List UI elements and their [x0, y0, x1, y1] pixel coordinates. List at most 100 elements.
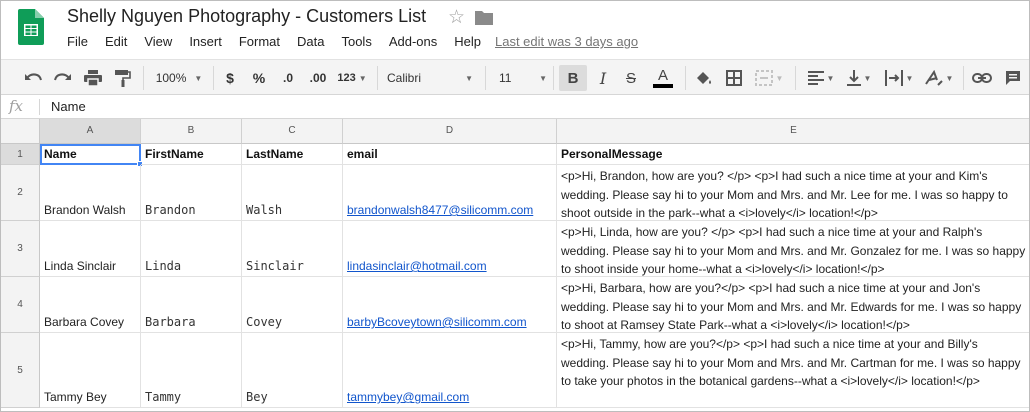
decrease-decimal-button[interactable]: .0: [277, 66, 299, 90]
zoom-value: 100%: [155, 71, 187, 85]
toolbar-divider: [685, 66, 686, 90]
cell-email[interactable]: brandonwalsh8477@silicomm.com: [343, 165, 557, 221]
fill-color-button[interactable]: [693, 66, 715, 90]
header-cell-firstname[interactable]: FirstName: [141, 144, 242, 165]
text-color-swatch: [653, 84, 673, 88]
cell-firstname[interactable]: Brandon: [141, 165, 242, 221]
toolbar-divider: [377, 66, 378, 90]
menu-help[interactable]: Help: [454, 34, 481, 50]
row-header-5[interactable]: 5: [1, 333, 40, 408]
paint-format-icon: [115, 69, 131, 87]
menu-edit[interactable]: Edit: [105, 34, 127, 50]
fx-icon: fx: [9, 97, 24, 115]
chevron-down-icon: ▼: [539, 73, 547, 83]
menu-file[interactable]: File: [67, 34, 88, 50]
chevron-down-icon: ▼: [826, 73, 835, 83]
formula-bar-divider: [39, 99, 40, 115]
email-link[interactable]: brandonwalsh8477@silicomm.com: [347, 203, 533, 217]
font-select[interactable]: Calibri ▼: [387, 66, 473, 90]
menu-data[interactable]: Data: [297, 34, 324, 50]
column-header-b[interactable]: B: [141, 119, 242, 144]
cell-email[interactable]: tammybey@gmail.com: [343, 333, 557, 408]
menu-insert[interactable]: Insert: [189, 34, 222, 50]
cell-personalmessage[interactable]: <p>Hi, Tammy, how are you?</p> <p>I had …: [557, 333, 1029, 408]
text-rotation-button[interactable]: ▼: [921, 66, 957, 90]
cell-name[interactable]: Tammy Bey: [40, 333, 141, 408]
vertical-align-button[interactable]: ▼: [843, 66, 875, 90]
cell-email[interactable]: barbyBcoveytown@silicomm.com: [343, 277, 557, 333]
document-title[interactable]: Shelly Nguyen Photography - Customers Li…: [67, 6, 426, 27]
toolbar-divider: [143, 66, 144, 90]
folder-icon[interactable]: [475, 10, 493, 25]
fill-color-icon: [697, 72, 711, 84]
row-header-4[interactable]: 4: [1, 277, 40, 333]
header-cell-personalmessage[interactable]: PersonalMessage: [557, 144, 1029, 165]
cell-name[interactable]: Brandon Walsh: [40, 165, 141, 221]
italic-button[interactable]: I: [593, 66, 613, 90]
select-all-corner[interactable]: [1, 119, 40, 144]
row-header-2[interactable]: 2: [1, 165, 40, 221]
cell-personalmessage[interactable]: <p>Hi, Linda, how are you? </p> <p>I had…: [557, 221, 1029, 277]
font-size-select[interactable]: 11 ▼: [495, 66, 547, 90]
cell-lastname[interactable]: Bey: [242, 333, 343, 408]
toolbar-divider: [795, 66, 796, 90]
font-value: Calibri: [387, 71, 422, 85]
column-header-d[interactable]: D: [343, 119, 557, 144]
cell-lastname[interactable]: Walsh: [242, 165, 343, 221]
cell-firstname[interactable]: Barbara: [141, 277, 242, 333]
menu-view[interactable]: View: [144, 34, 172, 50]
menu-format[interactable]: Format: [239, 34, 280, 50]
increase-decimal-button[interactable]: .00: [305, 66, 331, 90]
insert-comment-button[interactable]: [1001, 66, 1025, 90]
toolbar-divider: [485, 66, 486, 90]
menu-tools[interactable]: Tools: [341, 34, 371, 50]
insert-link-button[interactable]: [969, 66, 995, 90]
cell-firstname[interactable]: Tammy: [141, 333, 242, 408]
chevron-down-icon: ▼: [358, 73, 367, 83]
zoom-select[interactable]: 100% ▼: [153, 66, 205, 90]
cell-name[interactable]: Barbara Covey: [40, 277, 141, 333]
header-cell-lastname[interactable]: LastName: [242, 144, 343, 165]
borders-button[interactable]: [723, 66, 745, 90]
undo-button[interactable]: [21, 66, 45, 90]
star-icon[interactable]: ☆: [448, 6, 465, 29]
cell-firstname[interactable]: Linda: [141, 221, 242, 277]
last-edit-link[interactable]: Last edit was 3 days ago: [495, 34, 638, 49]
paint-format-button[interactable]: [111, 66, 135, 90]
header-cell-email[interactable]: email: [343, 144, 557, 165]
chevron-down-icon: ▼: [863, 73, 872, 83]
link-icon: [972, 73, 992, 83]
print-button[interactable]: [81, 66, 105, 90]
horizontal-align-button[interactable]: ▼: [805, 66, 837, 90]
row-header-3[interactable]: 3: [1, 221, 40, 277]
row-header-1[interactable]: 1: [1, 144, 40, 165]
strikethrough-button[interactable]: S: [621, 66, 641, 90]
cell-email[interactable]: lindasinclair@hotmail.com: [343, 221, 557, 277]
text-wrapping-button[interactable]: ▼: [881, 66, 917, 90]
chevron-down-icon: ▼: [194, 73, 203, 83]
column-header-a[interactable]: A: [40, 119, 141, 144]
merge-cells-button[interactable]: ▼: [753, 66, 785, 90]
cell-personalmessage[interactable]: <p>Hi, Brandon, how are you? </p> <p>I h…: [557, 165, 1029, 221]
title-bar: Shelly Nguyen Photography - Customers Li…: [1, 1, 1029, 59]
comment-icon: [1006, 71, 1020, 85]
formula-input[interactable]: Name: [51, 99, 86, 114]
email-link[interactable]: lindasinclair@hotmail.com: [347, 259, 487, 273]
redo-button[interactable]: [51, 66, 75, 90]
text-color-button[interactable]: A: [651, 66, 675, 90]
percent-format-button[interactable]: %: [249, 66, 269, 90]
column-header-e[interactable]: E: [557, 119, 1029, 144]
currency-format-button[interactable]: $: [221, 66, 239, 90]
cell-name[interactable]: Linda Sinclair: [40, 221, 141, 277]
email-link[interactable]: tammybey@gmail.com: [347, 390, 469, 404]
more-formats-button[interactable]: 123 ▼: [337, 66, 367, 90]
cell-lastname[interactable]: Covey: [242, 277, 343, 333]
menu-add-ons[interactable]: Add-ons: [389, 34, 437, 50]
header-cell-name[interactable]: Name: [40, 144, 141, 165]
cell-lastname[interactable]: Sinclair: [242, 221, 343, 277]
sheets-logo-icon[interactable]: [18, 9, 44, 45]
cell-personalmessage[interactable]: <p>Hi, Barbara, how are you?</p> <p>I ha…: [557, 277, 1029, 333]
column-header-c[interactable]: C: [242, 119, 343, 144]
bold-button[interactable]: B: [559, 65, 587, 91]
email-link[interactable]: barbyBcoveytown@silicomm.com: [347, 315, 527, 329]
